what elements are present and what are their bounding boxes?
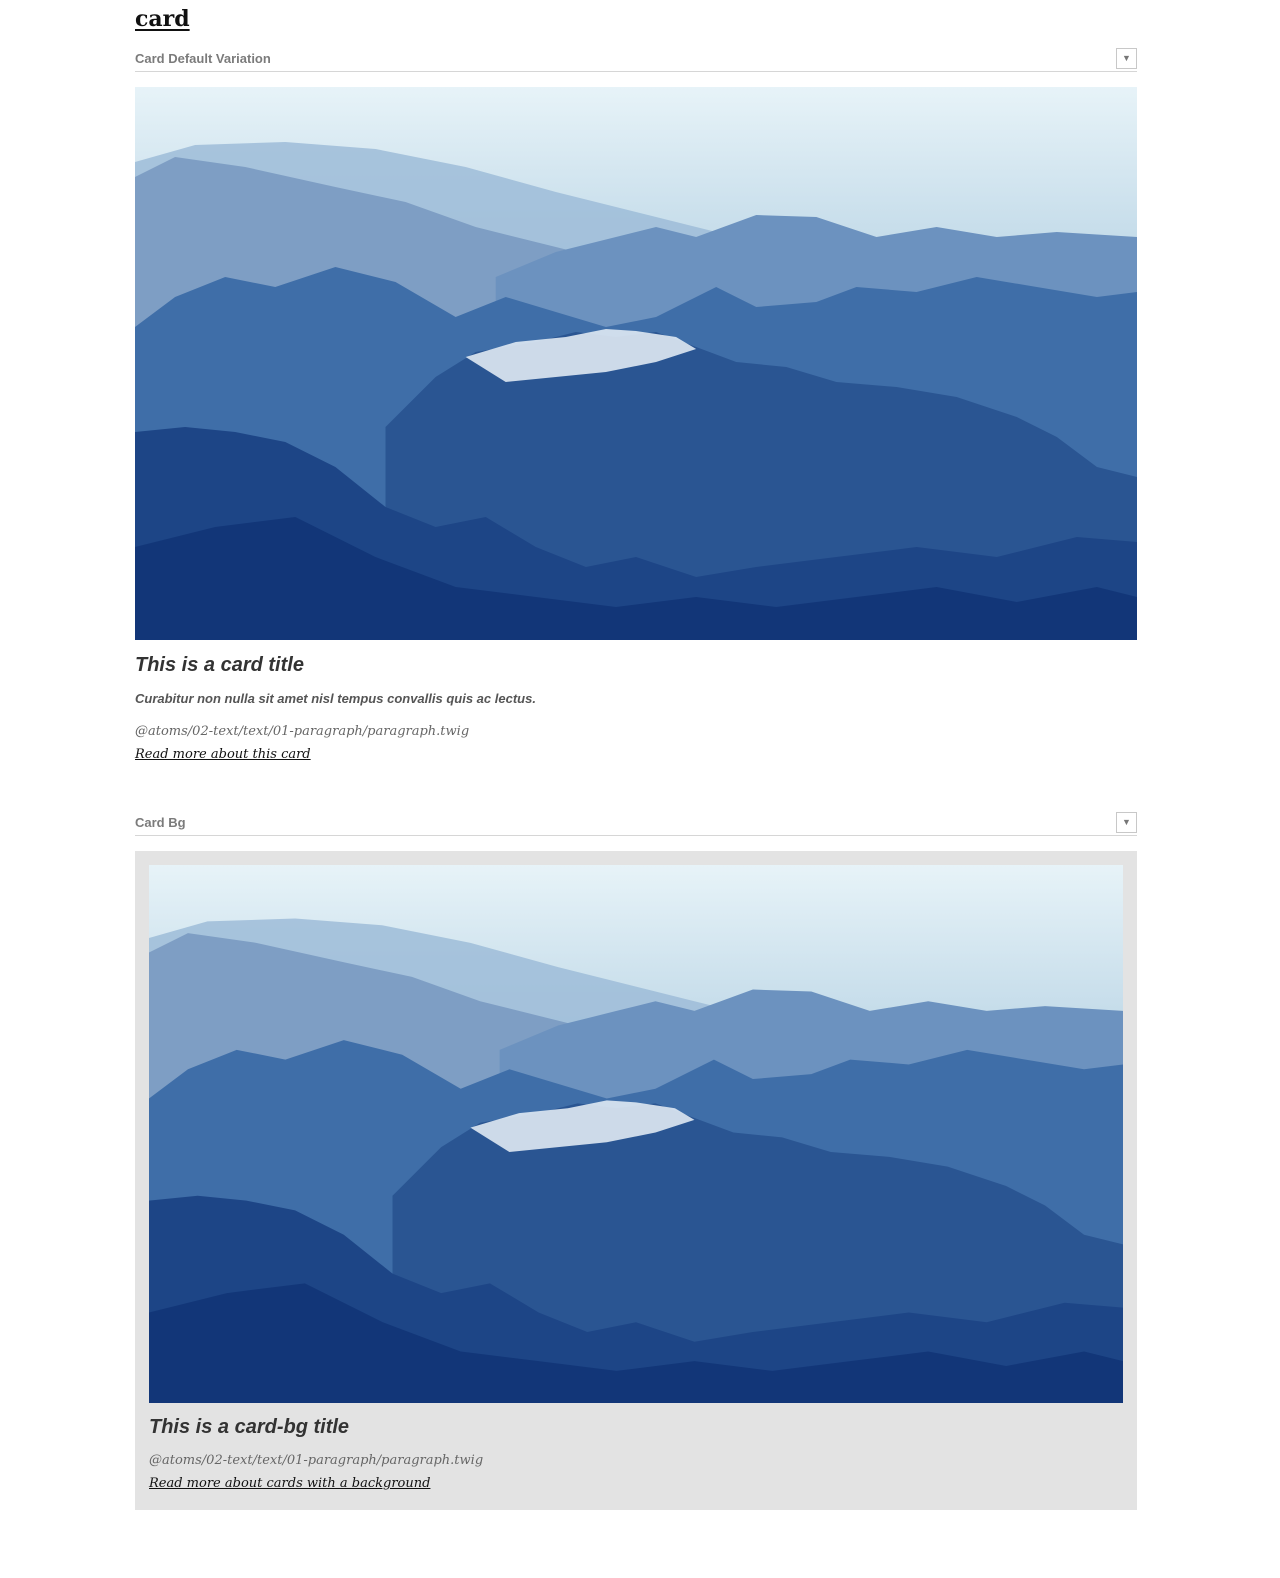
read-more-link[interactable]: Read more about this card [135, 746, 311, 764]
chevron-down-icon: ▼ [1122, 817, 1131, 827]
page-title[interactable]: card [135, 4, 190, 34]
section-label: Card Default Variation [135, 51, 271, 66]
card-template-path: @atoms/02-text/text/01-paragraph/paragra… [135, 724, 470, 739]
card-title: This is a card title [135, 654, 304, 676]
mountain-photo [149, 865, 1123, 1403]
chevron-down-icon: ▼ [1122, 53, 1131, 63]
toggle-dropdown-button[interactable]: ▼ [1116, 48, 1137, 69]
card-bg-image [149, 865, 1123, 1403]
mountain-photo [135, 87, 1137, 640]
read-more-link[interactable]: Read more about cards with a background [149, 1475, 430, 1493]
card-subtitle: Curabitur non nulla sit amet nisl tempus… [135, 691, 536, 706]
section-header-default: Card Default Variation ▼ [135, 48, 1137, 72]
card-bg-title: This is a card-bg title [149, 1416, 350, 1438]
toggle-dropdown-button[interactable]: ▼ [1116, 812, 1137, 833]
card-bg-template-path: @atoms/02-text/text/01-paragraph/paragra… [149, 1453, 484, 1468]
card-image [135, 87, 1137, 640]
section-label: Card Bg [135, 815, 186, 830]
section-header-card-bg: Card Bg ▼ [135, 812, 1137, 836]
